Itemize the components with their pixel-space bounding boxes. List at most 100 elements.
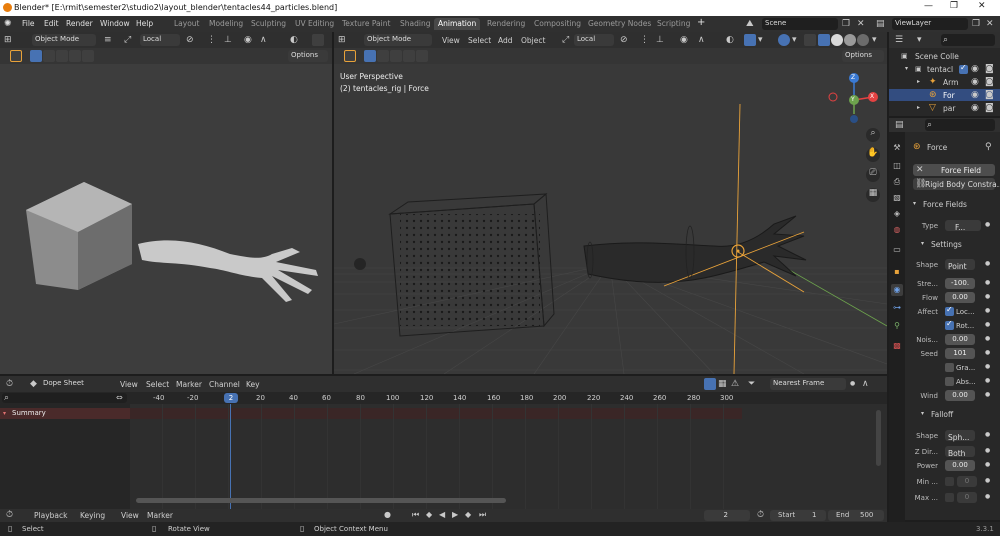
max-distance-checkbox[interactable] — [945, 493, 954, 502]
output-tab-icon[interactable]: ⎙ — [891, 176, 903, 188]
shading-wireframe-icon[interactable] — [818, 34, 830, 46]
tab-shading[interactable]: Shading — [396, 18, 434, 30]
snapping-selector[interactable]: Nearest Frame — [770, 378, 846, 390]
dope-sheet-mode-icon[interactable]: ◆ — [30, 379, 37, 389]
close-button[interactable]: ✕ — [978, 1, 986, 11]
vertical-scrollbar[interactable] — [876, 410, 881, 466]
snap-icon[interactable]: ⋮ — [207, 35, 216, 45]
tab-rendering[interactable]: Rendering — [483, 18, 529, 30]
left-orientation-selector[interactable]: Local — [140, 34, 180, 46]
new-scene-icon[interactable]: ❐ — [842, 19, 850, 29]
maximize-button[interactable]: ❐ — [950, 1, 958, 11]
dope-sheet-keyframe-area[interactable] — [130, 404, 887, 509]
jump-end-icon[interactable]: ⏭ — [479, 510, 486, 520]
expand-arrow-icon[interactable]: ▾ — [905, 64, 908, 74]
menu-view[interactable]: View — [121, 511, 139, 520]
prev-keyframe-icon[interactable]: ◆ — [426, 510, 432, 520]
delete-scene-icon[interactable]: ✕ — [857, 19, 865, 29]
hidden-filter-icon[interactable]: ▦ — [718, 379, 727, 389]
type-selector[interactable]: F... — [945, 220, 981, 232]
falloff-icon[interactable]: ∧ — [260, 35, 267, 45]
filter-icon[interactable]: ▾ — [917, 35, 922, 45]
menu-select[interactable]: Select — [468, 36, 491, 45]
end-frame-field[interactable]: End 500 — [828, 510, 884, 521]
eye-icon[interactable]: ◉ — [971, 90, 979, 100]
select-intersect-mode-icon[interactable] — [416, 50, 428, 62]
record-icon[interactable]: ● — [384, 510, 391, 520]
camera-icon[interactable]: ◙ — [985, 103, 994, 113]
select-tool-icon[interactable] — [344, 50, 356, 62]
blender-menu-icon[interactable]: ✺ — [4, 19, 12, 29]
select-box-mode-icon[interactable] — [30, 50, 42, 62]
strength-field[interactable]: -100. — [945, 278, 975, 289]
right-3d-viewport[interactable]: ⊞ Object Mode View Select Add Object ⤢ L… — [334, 32, 887, 374]
wind-field[interactable]: 0.00 — [945, 390, 975, 401]
current-frame-badge[interactable]: 2 — [224, 393, 238, 403]
filter-funnel-icon[interactable]: ⏷ — [748, 379, 755, 389]
navigation-gizmo[interactable]: Z X Y — [824, 70, 884, 130]
camera-icon[interactable]: ◙ — [985, 90, 994, 100]
proportional-edit-icon[interactable]: ◉ — [244, 35, 252, 45]
eye-icon[interactable]: ◉ — [971, 64, 979, 74]
view-layer-icon[interactable]: ▤ — [876, 19, 885, 29]
select-tool-icon[interactable] — [10, 50, 22, 62]
menu-select[interactable]: Select — [146, 380, 169, 389]
outliner-row-tentacles[interactable]: ▾ ▣ tentacl ◉ ◙ — [889, 63, 1000, 75]
jump-start-icon[interactable]: ⏮ — [412, 510, 419, 520]
affect-location-checkbox[interactable] — [945, 305, 954, 316]
view-layer-tab-icon[interactable]: ▧ — [891, 192, 903, 204]
select-box-mode-icon[interactable] — [364, 50, 376, 62]
overlay-toggle-icon[interactable] — [778, 34, 790, 46]
pan-hand-icon[interactable]: ✋ — [866, 148, 880, 162]
tab-compositing[interactable]: Compositing — [530, 18, 585, 30]
menu-playback[interactable]: Playback — [34, 511, 67, 520]
visibility-icon[interactable]: ◐ — [290, 35, 298, 45]
next-keyframe-icon[interactable]: ◆ — [465, 510, 471, 520]
outliner-editor-icon[interactable]: ☰ — [895, 35, 903, 45]
dope-sheet-mode-selector[interactable]: Dope Sheet — [40, 378, 108, 390]
expand-arrow-icon[interactable]: ▸ — [917, 77, 920, 87]
gizmo-toggle-icon[interactable] — [744, 34, 756, 46]
shading-material-icon[interactable] — [844, 34, 856, 46]
select-invert-mode-icon[interactable] — [69, 50, 81, 62]
noise-field[interactable]: 0.00 — [945, 334, 975, 345]
scene-tab-icon[interactable]: ◈ — [891, 208, 903, 220]
only-selected-icon[interactable] — [704, 378, 716, 390]
world-tab-icon[interactable]: ◍ — [891, 224, 903, 236]
snap-target-icon[interactable]: ⊥ — [224, 35, 232, 45]
physics-tab-icon[interactable]: ◉ — [891, 284, 903, 296]
scene-icon[interactable]: ⛰ — [746, 19, 754, 29]
playhead-line[interactable] — [230, 404, 231, 509]
menu-channel[interactable]: Channel — [209, 380, 240, 389]
current-frame-field[interactable]: 2 — [704, 510, 750, 521]
outliner-row-particles[interactable]: ▸ ▽ par ◉ ◙ — [889, 102, 1000, 114]
errors-filter-icon[interactable]: ⚠ — [731, 379, 739, 389]
outliner-search[interactable]: ⌕ — [941, 34, 995, 46]
tab-scripting[interactable]: Scripting — [653, 18, 694, 30]
menu-marker[interactable]: Marker — [147, 511, 173, 520]
power-field[interactable]: 0.00 — [945, 460, 975, 471]
properties-search[interactable]: ⌕ — [925, 119, 995, 131]
select-subtract-mode-icon[interactable] — [390, 50, 402, 62]
editor-type-icon[interactable]: ⊞ — [338, 35, 346, 45]
tab-sculpting[interactable]: Sculpting — [247, 18, 290, 30]
new-view-layer-icon[interactable]: ❐ — [972, 19, 980, 29]
object-tab-icon[interactable]: ▪ — [891, 266, 903, 278]
right-orientation-selector[interactable]: Local — [574, 34, 614, 46]
snap-icon[interactable]: ⋮ — [640, 35, 649, 45]
max-distance-field[interactable]: 0 — [957, 492, 977, 503]
left-3d-viewport[interactable]: ⊞ Object Mode ≡ ⤢ Local ⊘ ⋮ ⊥ ◉ ∧ ◐ Opti… — [0, 32, 332, 374]
shading-dropdown-icon[interactable]: ▾ — [872, 35, 877, 45]
tab-layout[interactable]: Layout — [170, 18, 204, 30]
falloff-panel-header[interactable]: ▾ Falloff — [921, 408, 1000, 421]
collection-tab-icon[interactable]: ▭ — [891, 244, 903, 256]
eye-icon[interactable]: ◉ — [971, 77, 979, 87]
left-options-button[interactable]: Options — [288, 50, 328, 62]
outliner-row-force[interactable]: ⊛ For ◉ ◙ — [889, 89, 1000, 101]
rigid-body-constraint-button[interactable]: ⛓ Rigid Body Constra... — [913, 178, 1000, 190]
settings-panel-header[interactable]: ▾ Settings — [921, 238, 1000, 251]
channel-search[interactable]: ⌕ — [2, 393, 127, 403]
exclude-checkbox[interactable] — [959, 63, 968, 74]
outliner-row-armature[interactable]: ▸ ✦ Arm ◉ ◙ — [889, 76, 1000, 88]
swap-icon[interactable]: ⇔ — [116, 393, 123, 403]
